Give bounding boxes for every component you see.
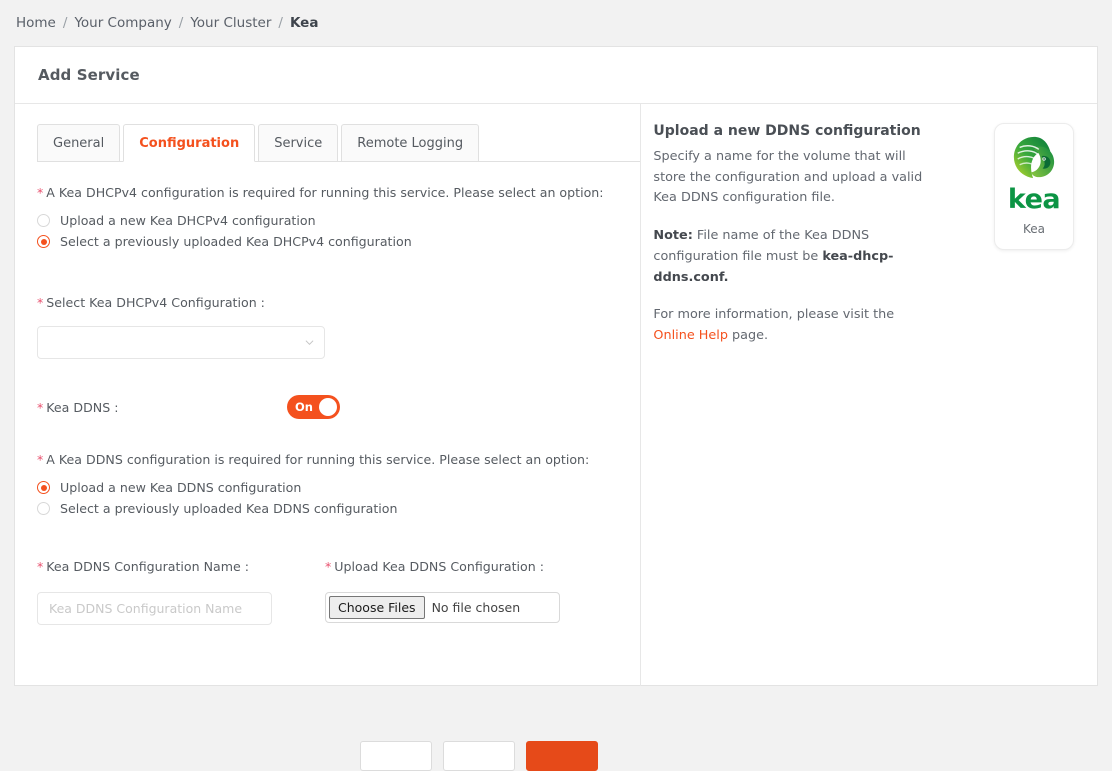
radio-option-upload-dhcpv4[interactable]: Upload a new Kea DHCPv4 configuration bbox=[37, 210, 618, 231]
tab-remote-logging-label: Remote Logging bbox=[357, 135, 464, 151]
radio-option-upload-ddns-label: Upload a new Kea DDNS configuration bbox=[60, 480, 302, 496]
dhcpv4-prompt-text: A Kea DHCPv4 configuration is required f… bbox=[46, 185, 604, 200]
select-dhcpv4-label-text: Select Kea DHCPv4 Configuration : bbox=[46, 295, 265, 310]
radio-icon-checked[interactable] bbox=[37, 481, 50, 495]
cancel-button[interactable] bbox=[443, 741, 515, 771]
kea-ddns-toggle-row: * Kea DDNS : On bbox=[37, 395, 618, 420]
ddns-prompt: * A Kea DDNS configuration is required fo… bbox=[37, 452, 618, 467]
kea-ddns-label-text: Kea DDNS : bbox=[46, 399, 119, 415]
online-help-link[interactable]: Online Help bbox=[653, 328, 728, 343]
dhcpv4-radio-group: Upload a new Kea DHCPv4 configuration Se… bbox=[37, 210, 618, 252]
file-chosen-status: No file chosen bbox=[431, 599, 521, 615]
dhcpv4-prompt: * A Kea DHCPv4 configuration is required … bbox=[37, 185, 618, 200]
add-service-card: Add Service General Configuration Servic… bbox=[14, 46, 1098, 771]
kea-logo-card: kea Kea bbox=[994, 123, 1074, 250]
radio-option-select-dhcpv4[interactable]: Select a previously uploaded Kea DHCPv4 … bbox=[37, 231, 618, 252]
page-title: Add Service bbox=[38, 66, 140, 84]
upload-ddns-label-text: Upload Kea DDNS Configuration : bbox=[334, 559, 544, 575]
tab-configuration[interactable]: Configuration bbox=[123, 124, 256, 162]
required-asterisk: * bbox=[37, 185, 44, 200]
upload-ddns-label: * Upload Kea DDNS Configuration : bbox=[325, 559, 615, 575]
configuration-form: General Configuration Service Remote Log… bbox=[15, 104, 642, 771]
required-asterisk: * bbox=[37, 295, 44, 310]
ddns-name-field: * Kea DDNS Configuration Name : bbox=[37, 559, 325, 625]
radio-option-select-ddns[interactable]: Select a previously uploaded Kea DDNS co… bbox=[37, 498, 618, 519]
kea-ddns-toggle-state: On bbox=[295, 400, 313, 415]
help-panel: Upload a new DDNS configuration Specify … bbox=[641, 104, 1097, 686]
breadcrumb-separator: / bbox=[62, 15, 68, 31]
help-info-text: For more information, please visit the bbox=[653, 307, 895, 323]
breadcrumb-item-home[interactable]: Home bbox=[16, 15, 56, 31]
help-paragraph-note: Note: File name of the Kea DDNS configur… bbox=[653, 226, 931, 288]
card-header: Add Service bbox=[15, 47, 1097, 104]
help-title: Upload a new DDNS configuration bbox=[653, 123, 921, 139]
kea-logo-caption: Kea bbox=[1022, 222, 1045, 236]
required-asterisk: * bbox=[37, 559, 44, 575]
select-dhcpv4-label: * Select Kea DHCPv4 Configuration : bbox=[37, 295, 618, 311]
breadcrumb-item-your-company[interactable]: Your Company bbox=[74, 15, 171, 31]
required-asterisk: * bbox=[325, 559, 332, 575]
radio-icon-unchecked[interactable] bbox=[37, 214, 50, 227]
select-dhcpv4-wrapper bbox=[37, 326, 325, 360]
tab-general[interactable]: General bbox=[37, 124, 121, 162]
radio-option-upload-dhcpv4-label: Upload a new Kea DHCPv4 configuration bbox=[60, 213, 316, 228]
select-dhcpv4-input[interactable] bbox=[37, 326, 325, 360]
radio-option-select-dhcpv4-label: Select a previously uploaded Kea DHCPv4 … bbox=[60, 234, 412, 249]
breadcrumb-item-your-cluster[interactable]: Your Cluster bbox=[190, 15, 271, 31]
next-button[interactable] bbox=[526, 741, 598, 771]
ddns-prompt-text: A Kea DDNS configuration is required for… bbox=[46, 452, 590, 468]
chevron-down-icon[interactable] bbox=[305, 338, 314, 347]
required-asterisk: * bbox=[37, 452, 44, 468]
tab-remote-logging[interactable]: Remote Logging bbox=[341, 124, 480, 162]
help-note-prefix: Note: bbox=[653, 228, 693, 244]
radio-option-select-ddns-label: Select a previously uploaded Kea DDNS co… bbox=[60, 501, 398, 517]
kea-ddns-toggle[interactable]: On bbox=[287, 395, 340, 420]
radio-icon-unchecked[interactable] bbox=[37, 502, 50, 516]
breadcrumb-separator: / bbox=[278, 15, 283, 31]
kea-bird-logo-icon bbox=[1010, 135, 1058, 185]
file-upload-control[interactable]: Choose Files No file chosen bbox=[325, 591, 560, 623]
kea-wordmark: kea bbox=[1007, 184, 1061, 215]
ddns-name-label-text: Kea DDNS Configuration Name : bbox=[46, 559, 250, 575]
card-body: General Configuration Service Remote Log… bbox=[15, 104, 1097, 771]
kea-ddns-label: * Kea DDNS : bbox=[37, 400, 287, 415]
help-info-suffix: page. bbox=[727, 328, 769, 344]
radio-option-upload-ddns[interactable]: Upload a new Kea DDNS configuration bbox=[37, 477, 618, 498]
required-asterisk: * bbox=[37, 399, 44, 415]
back-button[interactable] bbox=[360, 741, 432, 771]
tab-general-label: General bbox=[53, 135, 105, 151]
ddns-radio-group: Upload a new Kea DDNS configuration Sele… bbox=[37, 477, 618, 519]
tab-service[interactable]: Service bbox=[258, 124, 339, 162]
ddns-upload-fields: *Kea DDNS Configuration Name : *Upload K… bbox=[37, 559, 618, 625]
ddns-name-label: * Kea DDNS Configuration Name : bbox=[37, 559, 325, 575]
tab-configuration-label: Configuration bbox=[139, 135, 240, 151]
radio-icon-checked[interactable] bbox=[37, 235, 50, 248]
breadcrumb-item-kea: Kea bbox=[289, 15, 319, 31]
help-paragraph-link: For more information, please visit the O… bbox=[653, 305, 931, 346]
help-paragraph-description: Specify a name for the volume that will … bbox=[653, 149, 923, 206]
ddns-name-input[interactable] bbox=[37, 591, 272, 625]
breadcrumb-separator: / bbox=[178, 15, 184, 31]
ddns-file-field: * Upload Kea DDNS Configuration : Choose … bbox=[325, 559, 615, 624]
choose-files-button[interactable]: Choose Files bbox=[329, 595, 425, 619]
tab-service-label: Service bbox=[274, 135, 323, 151]
select-dhcpv4-field: * Select Kea DHCPv4 Configuration : bbox=[37, 295, 618, 360]
form-footer-buttons bbox=[360, 741, 598, 771]
toggle-knob bbox=[319, 398, 337, 417]
tab-bar: General Configuration Service Remote Log… bbox=[37, 124, 641, 162]
breadcrumb: Home / Your Company / Your Cluster / Kea bbox=[0, 0, 1112, 46]
